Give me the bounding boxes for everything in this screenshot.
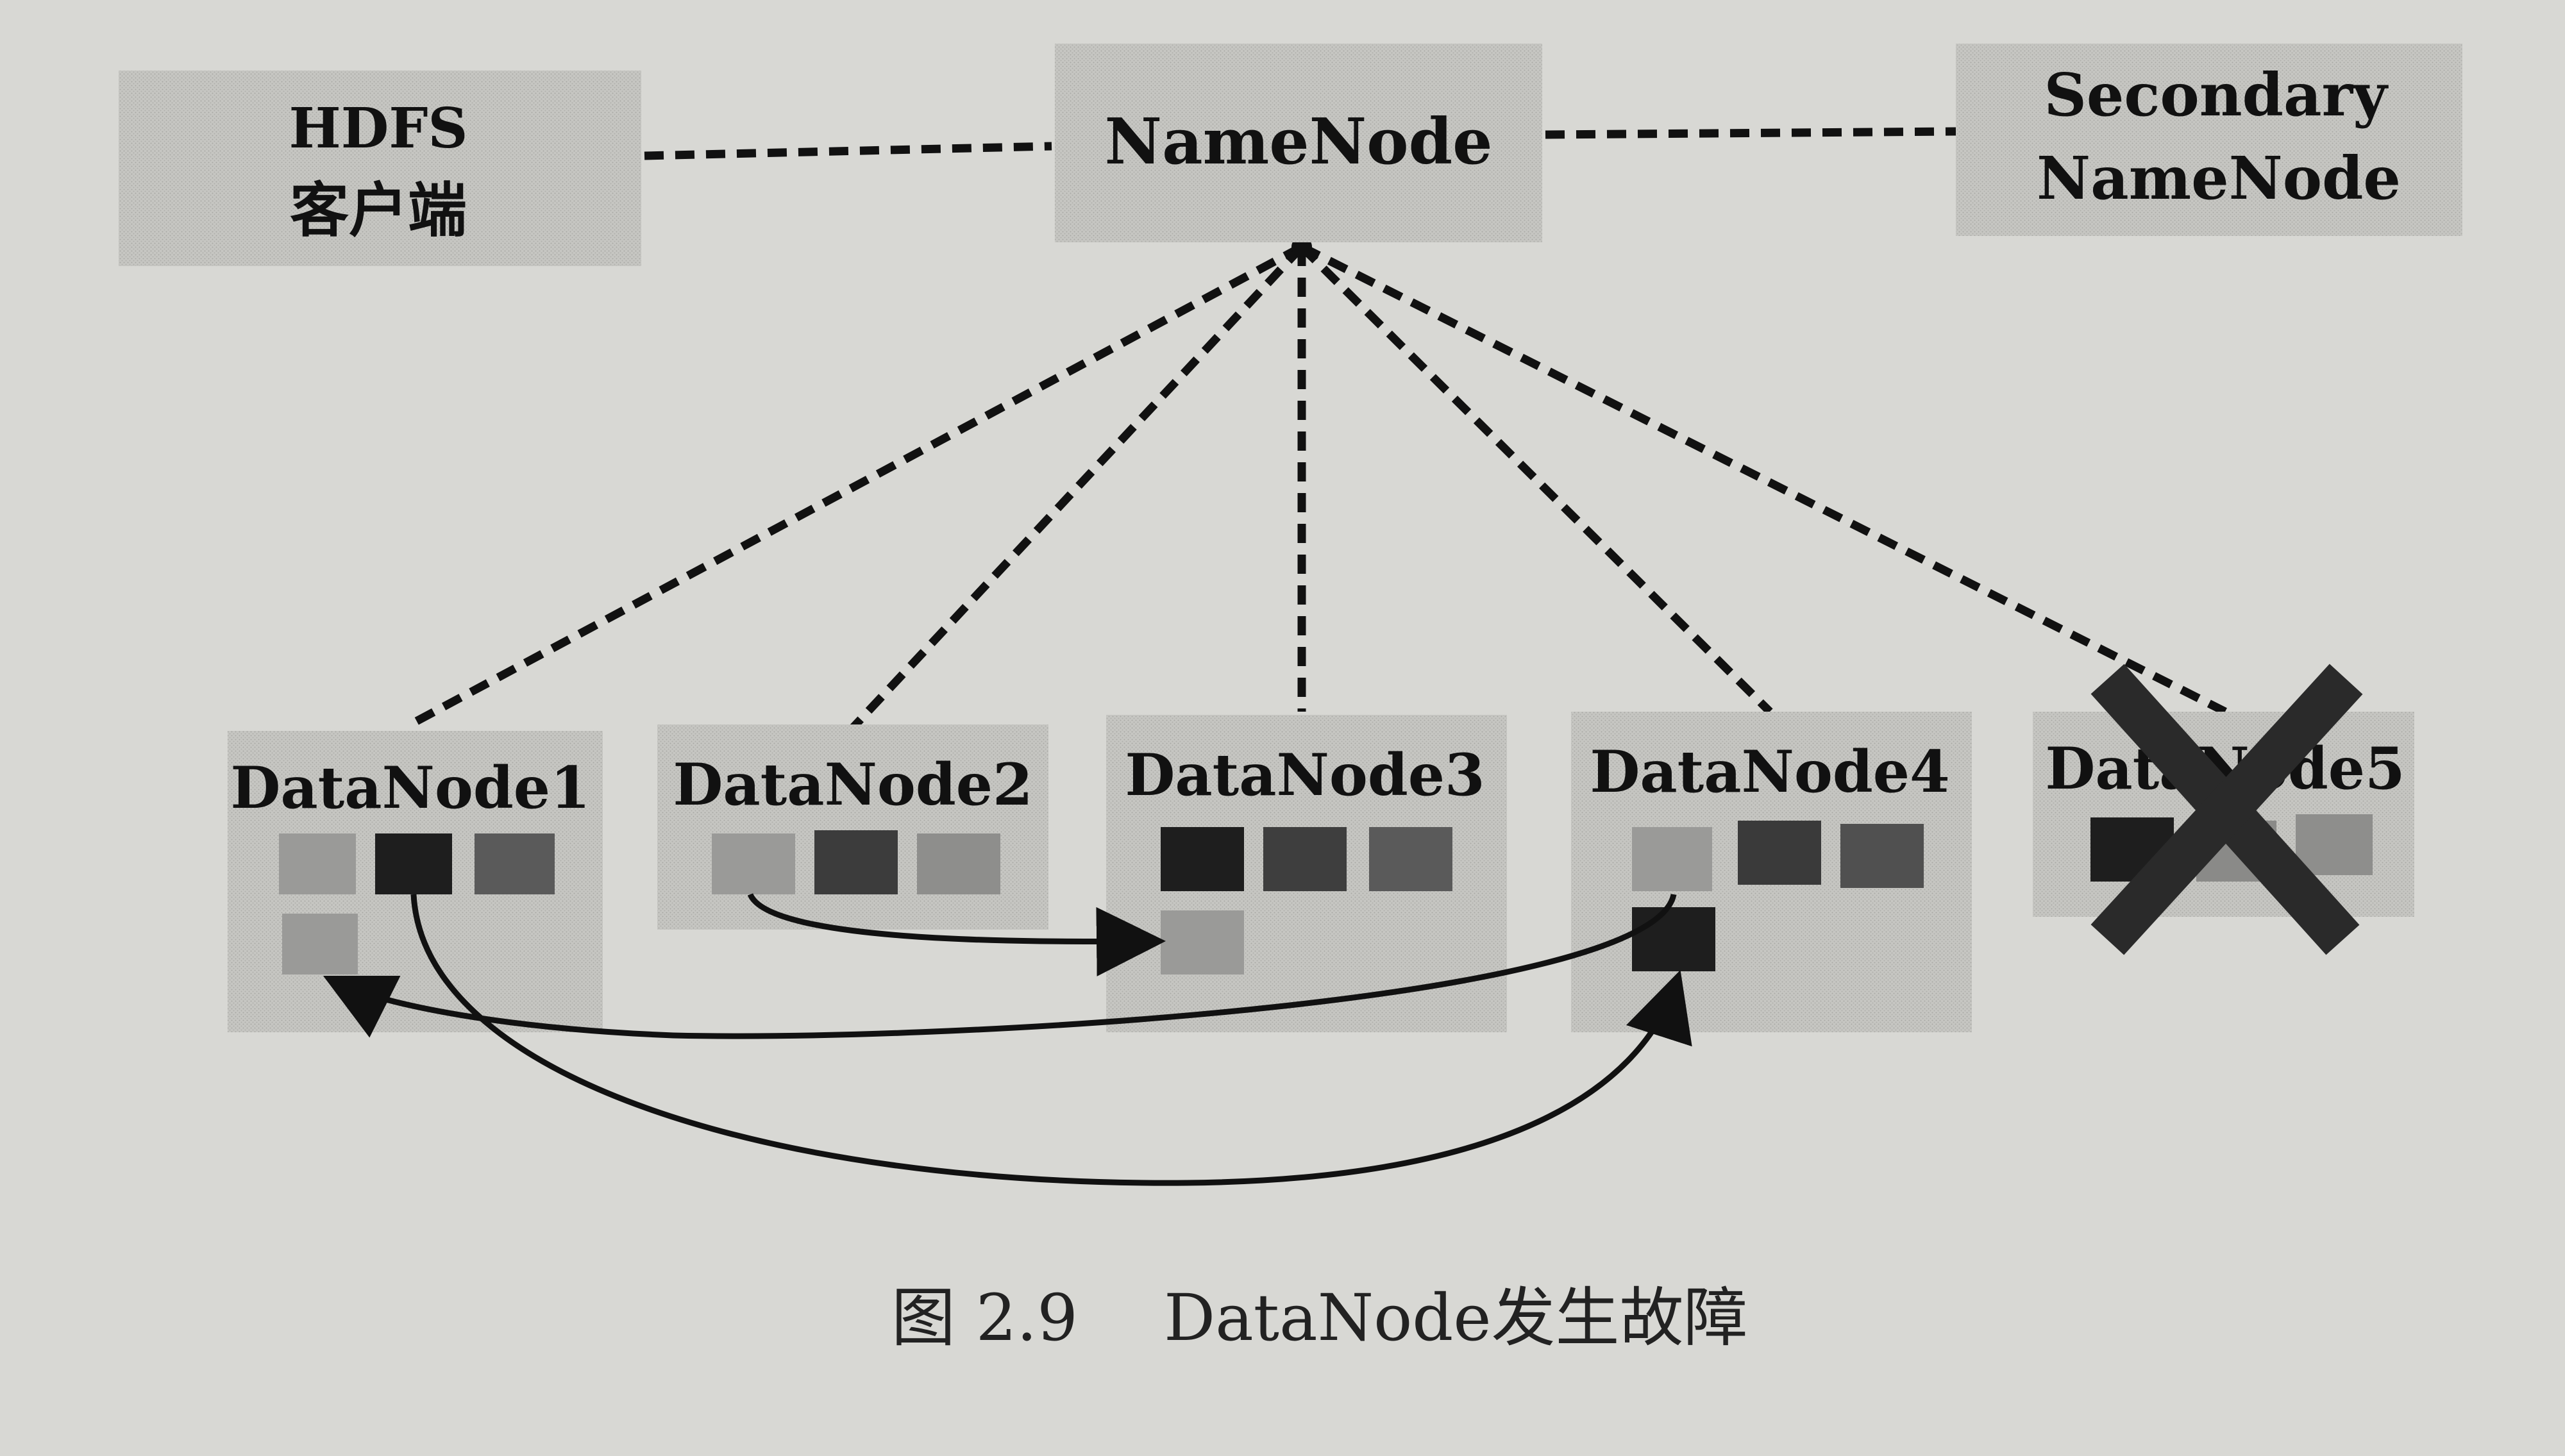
namenode-datanode2-link bbox=[850, 244, 1305, 731]
datanode2-label: DataNode2 bbox=[673, 751, 1032, 819]
datanode2-block-a bbox=[712, 833, 795, 894]
figure-caption: DataNode发生故障 bbox=[1164, 1280, 1748, 1355]
datanode3-block-replica bbox=[1161, 910, 1244, 975]
datanode3-label: DataNode3 bbox=[1125, 741, 1484, 809]
namenode-datanode5-link bbox=[1300, 243, 2227, 715]
datanode1-box: DataNode1 bbox=[228, 731, 603, 1032]
datanode3-block-b bbox=[1263, 827, 1347, 891]
secondary-line2: NameNode bbox=[2037, 144, 2401, 213]
datanode4-block-b bbox=[1738, 821, 1821, 885]
datanode2-box: DataNode2 bbox=[657, 724, 1048, 930]
datanode1-block-b bbox=[375, 833, 452, 894]
namenode-datanode4-link bbox=[1299, 244, 1773, 715]
secondary-line1: Secondary bbox=[2044, 60, 2389, 130]
figure-number: 图 2.9 bbox=[891, 1280, 1078, 1355]
datanode3-block-a bbox=[1161, 827, 1244, 891]
namenode-datanode1-link bbox=[408, 243, 1304, 728]
datanode4-label: DataNode4 bbox=[1590, 738, 1949, 806]
hdfs-client-box: HDFS 客户端 bbox=[119, 71, 641, 266]
datanode4-block-a bbox=[1632, 827, 1712, 891]
client-subtitle: 客户端 bbox=[290, 176, 467, 245]
secondary-namenode-box: Secondary NameNode bbox=[1956, 44, 2462, 236]
datanode4-block-c bbox=[1840, 824, 1924, 888]
datanode1-block-replica bbox=[282, 914, 358, 975]
datanode2-block-c bbox=[917, 833, 1000, 894]
datanode1-block-a bbox=[279, 833, 356, 894]
datanode1-label: DataNode1 bbox=[230, 754, 590, 822]
datanode4-box: DataNode4 bbox=[1571, 712, 1972, 1032]
client-title: HDFS bbox=[289, 96, 468, 161]
datanode4-block-replica bbox=[1632, 907, 1715, 971]
datanode3-block-c bbox=[1369, 827, 1452, 891]
datanode1-block-c bbox=[475, 833, 555, 894]
diagram-stage: HDFS 客户端 NameNode Secondary NameNode Dat… bbox=[0, 0, 2565, 1456]
namenode-secondary-link bbox=[1545, 127, 1956, 139]
datanode5-block-c bbox=[2296, 814, 2373, 875]
hdfs-datanode-failure-diagram: HDFS 客户端 NameNode Secondary NameNode Dat… bbox=[119, 44, 2462, 1355]
namenode-label: NameNode bbox=[1105, 105, 1493, 179]
namenode-box: NameNode bbox=[1055, 44, 1542, 242]
client-namenode-link bbox=[644, 142, 1052, 160]
datanode2-block-b bbox=[814, 830, 898, 894]
